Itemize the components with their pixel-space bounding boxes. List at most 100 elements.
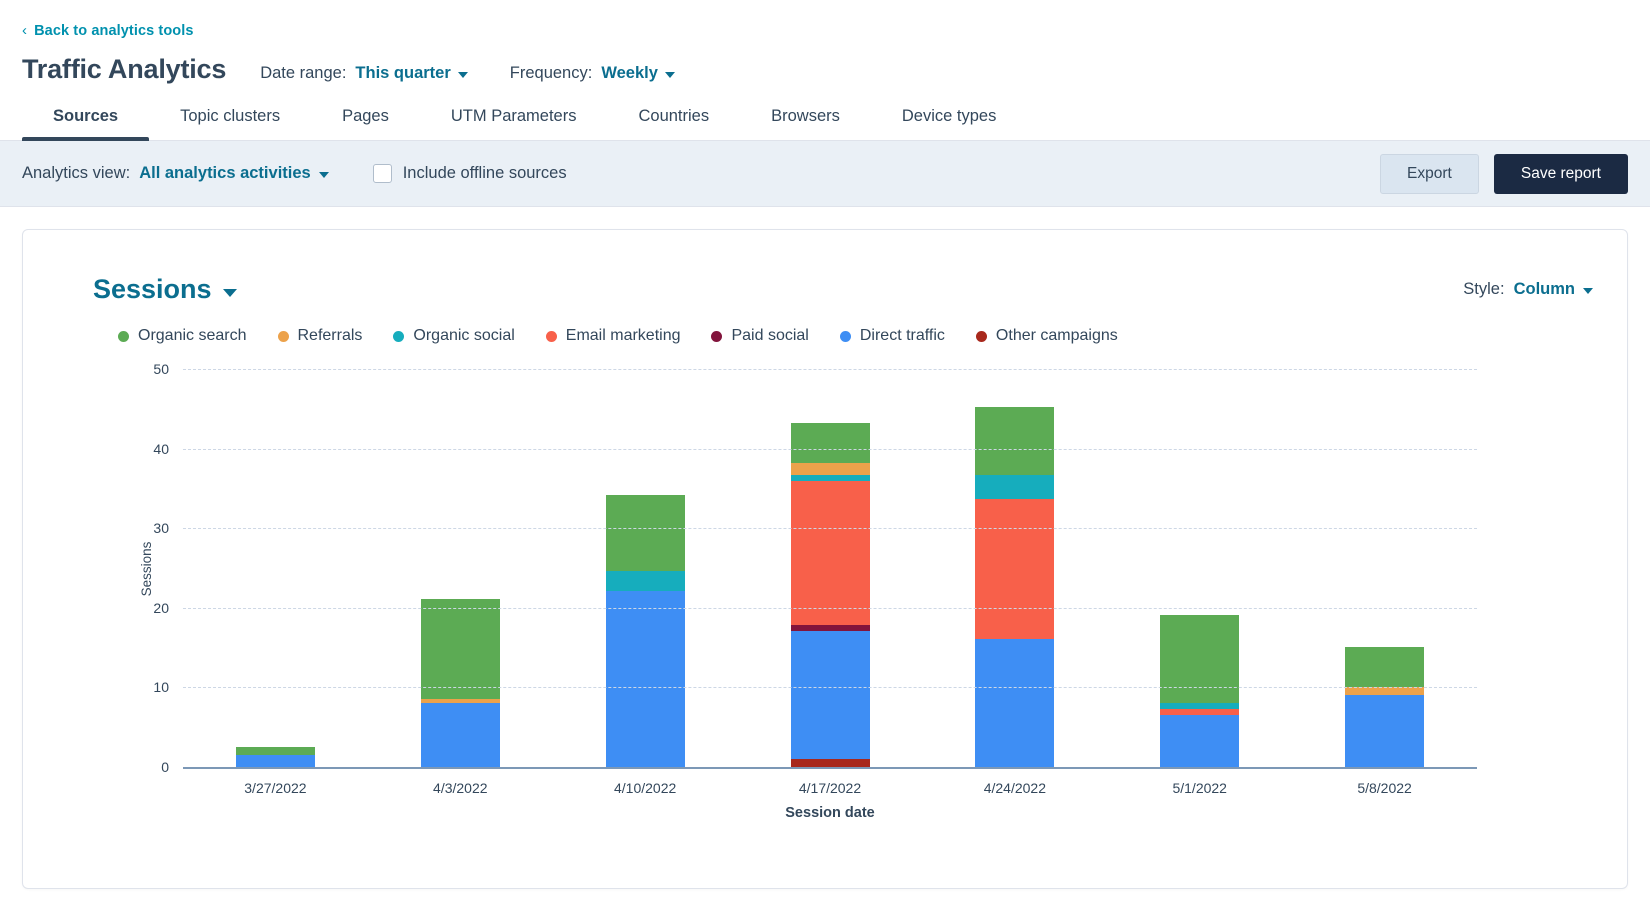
title-row: Traffic Analytics Date range: This quart… bbox=[0, 40, 1650, 85]
tab-utm-parameters[interactable]: UTM Parameters bbox=[420, 107, 608, 140]
bar-segment-direct-traffic[interactable] bbox=[420, 703, 500, 767]
legend-item-organic-search[interactable]: Organic search bbox=[118, 327, 247, 345]
date-range-value: This quarter bbox=[355, 64, 451, 82]
x-axis-tick: 5/1/2022 bbox=[1172, 780, 1227, 796]
bar-column[interactable]: 4/24/2022 bbox=[922, 369, 1107, 796]
bar-group: 3/27/2022 4/3/2022 4/10/2022 4/17/2022 4/24/… bbox=[183, 369, 1477, 796]
plot-area: 3/27/2022 4/3/2022 4/10/2022 4/17/2022 4/24/… bbox=[153, 361, 1477, 821]
bar-stack[interactable] bbox=[420, 599, 500, 767]
bar-segment-organic-search[interactable] bbox=[605, 495, 685, 571]
bar-column[interactable]: 4/10/2022 bbox=[553, 369, 738, 796]
bar-column[interactable]: 5/8/2022 bbox=[1292, 369, 1477, 796]
back-row: ‹ Back to analytics tools bbox=[0, 0, 1650, 40]
bar-stack[interactable] bbox=[1345, 647, 1425, 767]
legend-color-dot bbox=[975, 330, 987, 342]
x-axis-tick: 4/17/2022 bbox=[798, 780, 862, 796]
include-offline-sources-label: Include offline sources bbox=[402, 164, 567, 182]
checkbox-box bbox=[372, 164, 392, 183]
style-label: Style: bbox=[1463, 280, 1505, 298]
back-to-analytics-tools-link[interactable]: ‹ Back to analytics tools bbox=[22, 23, 194, 39]
gridline bbox=[183, 607, 1477, 609]
bar-column[interactable]: 5/1/2022 bbox=[1107, 369, 1292, 796]
bar-stack[interactable] bbox=[235, 747, 315, 767]
x-axis-tick: 4/10/2022 bbox=[613, 780, 677, 796]
bar-segment-referrals[interactable] bbox=[790, 463, 870, 476]
bar-stack[interactable] bbox=[605, 495, 685, 767]
bar-segment-organic-social[interactable] bbox=[605, 571, 685, 591]
bar-segment-direct-traffic[interactable] bbox=[1345, 695, 1425, 767]
bar-segment-organic-search[interactable] bbox=[1160, 615, 1240, 704]
gridline bbox=[183, 528, 1477, 530]
gridline bbox=[183, 369, 1477, 370]
bar-segment-organic-search[interactable] bbox=[975, 407, 1055, 475]
y-axis-tick: 50 bbox=[153, 361, 169, 377]
date-range-label: Date range: bbox=[260, 64, 347, 82]
legend-label: Direct traffic bbox=[859, 327, 945, 344]
legend-color-dot bbox=[393, 330, 405, 342]
filter-bar: Analytics view: All analytics activities… bbox=[0, 141, 1650, 207]
legend-color-dot bbox=[118, 330, 129, 342]
legend-label: Organic search bbox=[138, 327, 247, 344]
bar-stack[interactable] bbox=[975, 407, 1055, 767]
legend-color-dot bbox=[711, 330, 723, 342]
y-axis-tick: 10 bbox=[153, 679, 169, 696]
legend-item-paid-social[interactable]: Paid social bbox=[711, 327, 809, 345]
bar-segment-organic-search[interactable] bbox=[420, 599, 500, 699]
x-axis-title: Session date bbox=[785, 805, 875, 821]
y-axis-tick: 20 bbox=[153, 599, 169, 616]
legend-color-dot bbox=[277, 330, 289, 342]
bar-stack[interactable] bbox=[1160, 615, 1240, 767]
include-offline-sources-checkbox[interactable]: Include offline sources bbox=[372, 164, 567, 183]
legend-item-other-campaigns[interactable]: Other campaigns bbox=[975, 327, 1118, 345]
y-axis-title: Sessions bbox=[138, 541, 154, 597]
bar-segment-email-marketing[interactable] bbox=[975, 499, 1055, 639]
x-axis-tick: 3/27/2022 bbox=[244, 780, 307, 796]
y-axis-tick: 30 bbox=[153, 520, 169, 537]
bar-segment-direct-traffic[interactable] bbox=[790, 631, 870, 759]
export-button[interactable]: Export bbox=[1380, 153, 1479, 194]
legend-label: Organic social bbox=[413, 327, 515, 344]
bar-segment-organic-search[interactable] bbox=[235, 747, 315, 755]
frequency-value: Weekly bbox=[601, 64, 658, 82]
bar-segment-direct-traffic[interactable] bbox=[975, 639, 1055, 767]
bar-column[interactable]: 4/3/2022 bbox=[368, 369, 553, 796]
date-range-dropdown[interactable]: This quarter bbox=[355, 64, 468, 83]
legend-label: Other campaigns bbox=[995, 327, 1118, 344]
chevron-down-icon bbox=[318, 171, 329, 178]
legend-item-email-marketing[interactable]: Email marketing bbox=[545, 327, 680, 345]
bar-stack[interactable] bbox=[790, 423, 870, 767]
bar-segment-email-marketing[interactable] bbox=[790, 481, 870, 626]
bar-segment-direct-traffic[interactable] bbox=[1160, 715, 1240, 767]
legend-label: Paid social bbox=[731, 327, 809, 344]
bar-segment-other-campaigns[interactable] bbox=[790, 759, 870, 767]
back-link-label: Back to analytics tools bbox=[34, 22, 194, 39]
tab-device-types[interactable]: Device types bbox=[871, 107, 1027, 140]
save-report-button[interactable]: Save report bbox=[1493, 153, 1628, 194]
tab-countries[interactable]: Countries bbox=[607, 107, 740, 140]
bar-column[interactable]: 4/17/2022 bbox=[738, 369, 923, 796]
frequency-dropdown[interactable]: Weekly bbox=[601, 64, 675, 83]
bar-segment-organic-search[interactable] bbox=[790, 423, 870, 464]
bar-segment-direct-traffic[interactable] bbox=[235, 755, 315, 767]
gridline bbox=[183, 687, 1477, 689]
legend-item-direct-traffic[interactable]: Direct traffic bbox=[839, 327, 945, 345]
bar-segment-direct-traffic[interactable] bbox=[605, 591, 685, 767]
chart-card-header: Sessions Style: Column bbox=[23, 230, 1627, 305]
bar-segment-organic-social[interactable] bbox=[975, 475, 1055, 499]
tab-topic-clusters[interactable]: Topic clusters bbox=[149, 107, 311, 140]
y-axis-tick: 0 bbox=[161, 759, 169, 775]
style-dropdown[interactable]: Column bbox=[1514, 280, 1593, 299]
bar-segment-organic-search[interactable] bbox=[1345, 647, 1425, 687]
legend-item-referrals[interactable]: Referrals bbox=[277, 327, 363, 345]
bar-column[interactable]: 3/27/2022 bbox=[183, 369, 368, 796]
legend-item-organic-social[interactable]: Organic social bbox=[393, 327, 515, 345]
x-axis-tick: 4/24/2022 bbox=[983, 780, 1047, 796]
tab-sources[interactable]: Sources bbox=[22, 107, 150, 141]
legend-label: Referrals bbox=[297, 327, 363, 344]
tab-pages[interactable]: Pages bbox=[311, 107, 420, 140]
analytics-view-value: All analytics activities bbox=[139, 164, 311, 182]
chart-card: Sessions Style: Column Organic search Ref… bbox=[22, 229, 1628, 889]
tab-browsers[interactable]: Browsers bbox=[740, 107, 871, 140]
analytics-view-dropdown[interactable]: All analytics activities bbox=[139, 164, 329, 183]
metric-dropdown[interactable]: Sessions bbox=[93, 274, 237, 305]
